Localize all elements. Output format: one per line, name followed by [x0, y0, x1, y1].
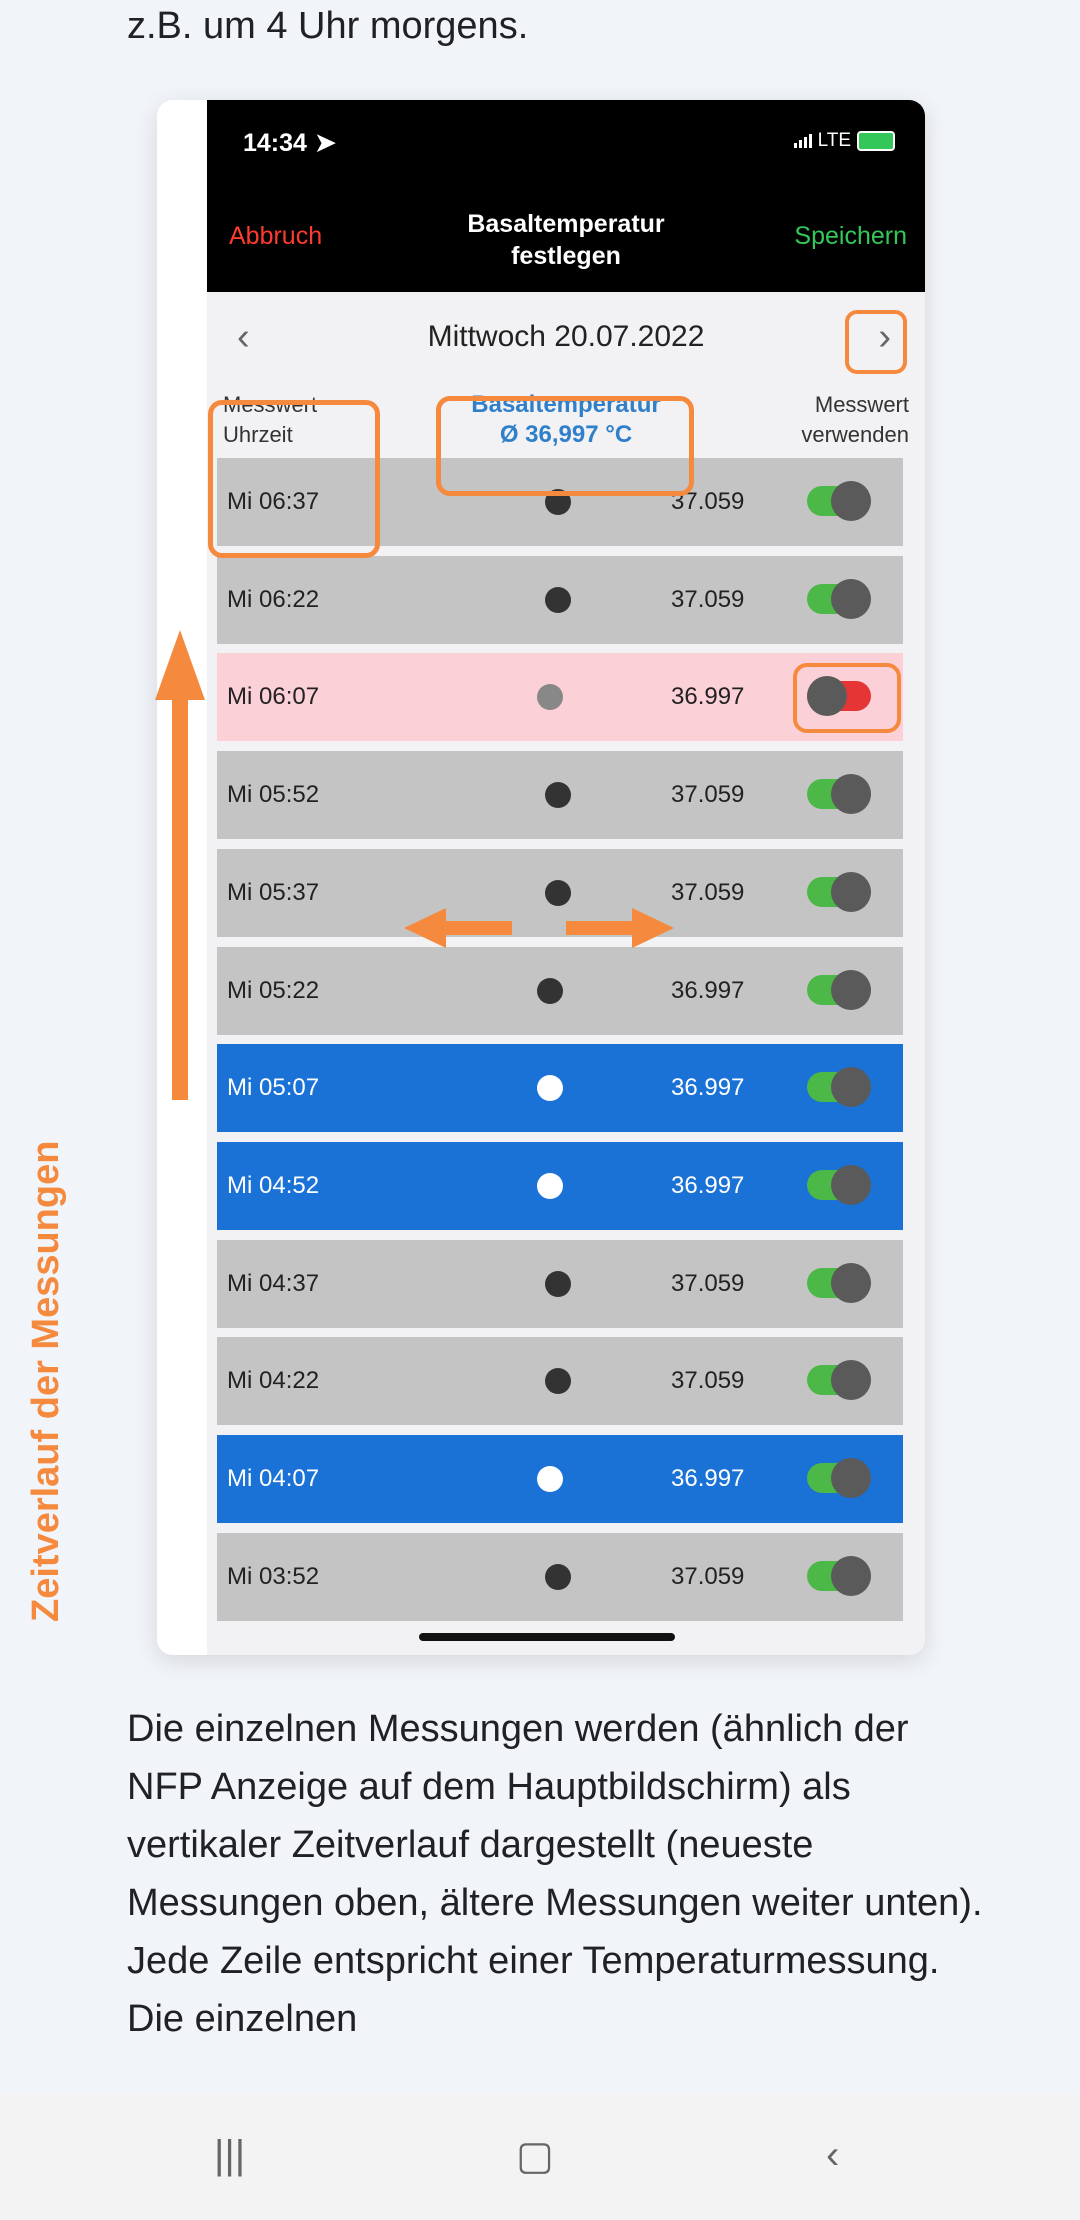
row-time: Mi 04:07 — [227, 1465, 320, 1492]
signal-icon — [793, 134, 812, 148]
chevron-right-icon[interactable]: › — [878, 316, 891, 359]
status-dot-icon — [537, 1075, 563, 1102]
back-icon[interactable]: ‹ — [826, 2133, 839, 2178]
table-row[interactable]: Mi 06:22 37.059 — [217, 555, 903, 644]
use-value-toggle[interactable] — [807, 1262, 871, 1303]
toggle-highlight — [793, 663, 901, 734]
status-dot-icon — [545, 782, 571, 809]
status-dot-icon — [537, 977, 563, 1004]
toggle-knob — [831, 481, 871, 521]
row-value: 37.059 — [671, 878, 745, 906]
row-time: Mi 05:07 — [227, 1074, 320, 1102]
toggle-knob — [831, 1360, 871, 1401]
status-dot-icon — [545, 1563, 571, 1590]
table-row[interactable]: Mi 06:07 36.997 — [217, 653, 903, 742]
use-value-toggle[interactable] — [807, 774, 871, 815]
system-nav-bar: ||| ▢ ‹ — [0, 2093, 1080, 2220]
status-time: 14:34 ➤ — [243, 129, 336, 157]
location-arrow-icon: ➤ — [314, 129, 336, 157]
use-value-toggle[interactable] — [807, 481, 871, 521]
basal-header-highlight — [436, 396, 694, 496]
table-row[interactable]: Mi 04:22 37.059 — [217, 1337, 903, 1426]
status-icons: LTE — [793, 130, 895, 152]
screenshot-card: 14:34 ➤ LTE Abbruch Basaltemperatur festl… — [157, 100, 925, 1655]
use-value-toggle[interactable] — [807, 1067, 871, 1108]
row-time: Mi 05:52 — [227, 781, 320, 809]
status-dot-icon — [545, 1270, 571, 1297]
row-value: 36.997 — [671, 976, 745, 1004]
row-value: 36.997 — [671, 1171, 745, 1199]
current-date: Mittwoch 20.07.2022 — [427, 320, 705, 353]
battery-charging-icon — [857, 131, 895, 151]
table-row[interactable]: Mi 05:37 37.059 — [217, 848, 903, 937]
toggle-knob — [831, 871, 871, 912]
use-value-toggle[interactable] — [807, 969, 871, 1010]
use-value-toggle[interactable] — [807, 871, 871, 912]
row-time: Mi 04:37 — [227, 1269, 320, 1297]
home-button-icon[interactable]: ▢ — [516, 2133, 554, 2179]
right-arrow-icon — [566, 908, 674, 948]
nav-bar: Abbruch Basaltemperatur festlegen Speich… — [207, 180, 925, 292]
toggle-knob — [831, 1164, 871, 1205]
toggle-knob — [831, 774, 871, 815]
row-time: Mi 05:22 — [227, 976, 320, 1004]
use-value-toggle[interactable] — [807, 578, 871, 619]
status-dot-icon — [537, 1466, 563, 1492]
row-value: 36.997 — [671, 683, 745, 711]
row-time: Mi 05:37 — [227, 878, 320, 906]
time-column-highlight — [208, 400, 380, 558]
header-use-value: Messwert verwenden — [801, 392, 909, 447]
status-dot-icon — [537, 684, 563, 711]
row-time: Mi 04:22 — [227, 1367, 320, 1395]
row-time: Mi 06:22 — [227, 585, 320, 613]
table-row[interactable]: Mi 05:22 36.997 — [217, 946, 903, 1035]
row-value: 37.059 — [671, 1367, 745, 1395]
recent-apps-icon[interactable]: ||| — [214, 2133, 245, 2178]
table-row[interactable]: Mi 04:52 36.997 — [217, 1141, 903, 1230]
save-button[interactable]: Speichern — [794, 222, 907, 251]
status-dot-icon — [545, 879, 571, 906]
table-row[interactable]: Mi 05:52 37.059 — [217, 751, 903, 840]
row-value: 37.059 — [671, 781, 745, 809]
table-row[interactable]: Mi 04:07 36.997 — [217, 1435, 903, 1523]
row-value: 36.997 — [671, 1074, 745, 1102]
left-arrow-icon — [404, 908, 512, 948]
row-time: Mi 03:52 — [227, 1562, 320, 1590]
status-bar: 14:34 ➤ LTE — [207, 100, 925, 180]
use-value-toggle[interactable] — [807, 1555, 871, 1596]
status-dot-icon — [545, 586, 571, 613]
use-value-toggle[interactable] — [807, 1360, 871, 1401]
phone-screen: 14:34 ➤ LTE Abbruch Basaltemperatur festl… — [207, 100, 925, 1655]
use-value-toggle[interactable] — [807, 1458, 871, 1498]
use-value-toggle[interactable] — [807, 1164, 871, 1205]
toggle-knob — [831, 578, 871, 619]
status-dot-icon — [545, 1368, 571, 1395]
row-value: 37.059 — [671, 1269, 745, 1297]
table-row[interactable]: Mi 04:37 37.059 — [217, 1239, 903, 1328]
timeline-annotation-label: Zeitverlauf der Messungen — [25, 1140, 67, 1622]
toggle-knob — [831, 969, 871, 1010]
toggle-knob — [831, 1262, 871, 1303]
timeline-arrow-icon — [155, 630, 205, 1100]
table-row[interactable]: Mi 03:52 37.059 — [217, 1532, 903, 1621]
row-value: 37.059 — [671, 1562, 745, 1590]
toggle-knob — [831, 1555, 871, 1596]
network-type: LTE — [817, 130, 851, 151]
row-value: 37.059 — [671, 585, 745, 613]
row-time: Mi 04:52 — [227, 1171, 320, 1199]
article-body-text: Die einzelnen Messungen werden (ähnlich … — [127, 1708, 983, 2040]
toggle-knob — [831, 1067, 871, 1108]
row-time: Mi 06:07 — [227, 683, 320, 711]
toggle-knob — [831, 1458, 871, 1498]
date-bar: ‹ Mittwoch 20.07.2022 › — [207, 292, 925, 382]
table-row[interactable]: Mi 05:07 36.997 — [217, 1044, 903, 1133]
status-dot-icon — [537, 1172, 563, 1199]
article-top-text: z.B. um 4 Uhr morgens. — [127, 5, 529, 47]
next-day-highlight — [845, 310, 907, 374]
home-indicator[interactable] — [419, 1633, 675, 1641]
row-value: 36.997 — [671, 1465, 745, 1492]
